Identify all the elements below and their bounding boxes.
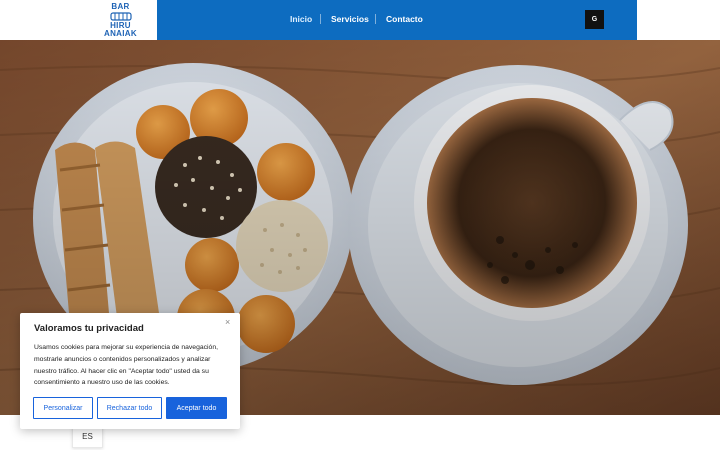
nav-separator [320, 14, 321, 24]
google-icon[interactable]: G [585, 10, 604, 29]
logo-top-text: BAR [111, 1, 130, 11]
logo-line-2: ANAIAK [104, 28, 137, 38]
nav-item-inicio[interactable]: Inicio [290, 14, 312, 25]
cookie-title: Valoramos tu privacidad [34, 323, 144, 334]
nav-item-servicios[interactable]: Servicios [331, 14, 369, 25]
nav-item-contacto[interactable]: Contacto [386, 14, 423, 25]
customize-button[interactable]: Personalizar [33, 397, 93, 419]
cookie-description: Usamos cookies para mejorar su experienc… [34, 344, 218, 387]
reject-all-button[interactable]: Rechazar todo [97, 397, 162, 419]
site-logo[interactable]: BAR HIRU ANAIAK [84, 0, 157, 40]
close-icon[interactable]: × [225, 317, 230, 327]
cookie-consent-dialog: Valoramos tu privacidad × Usamos cookies… [20, 313, 240, 429]
logo-emblem-icon [109, 11, 132, 21]
main-navigation: Inicio Servicios Contacto [157, 0, 637, 40]
accept-all-button[interactable]: Aceptar todo [166, 397, 227, 419]
nav-separator [375, 14, 376, 24]
site-header: BAR HIRU ANAIAK Inicio Servicios Contact… [0, 0, 720, 40]
